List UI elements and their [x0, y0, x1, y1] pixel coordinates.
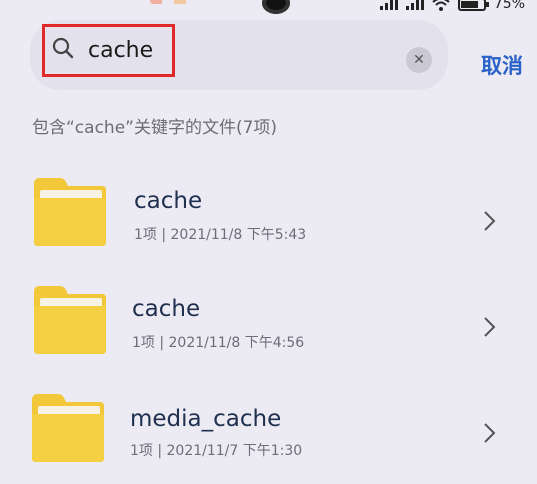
item-meta: 1项 | 2021/11/8 下午4:56	[132, 335, 305, 351]
notification-icons	[150, 0, 210, 4]
chevron-right-icon	[484, 317, 496, 337]
item-name: cache	[134, 188, 203, 214]
chevron-right-icon	[484, 423, 496, 443]
chevron-right-icon	[484, 211, 496, 231]
status-bar: 75%	[0, 0, 537, 14]
list-item[interactable]: cache 1项 | 2021/11/8 下午5:43	[0, 168, 537, 268]
highlight-annotation	[42, 24, 175, 77]
status-icons: 75%	[379, 0, 525, 12]
cancel-button[interactable]: 取消	[481, 50, 523, 80]
folder-icon	[34, 286, 106, 354]
signal-icon-2	[405, 0, 424, 10]
list-item[interactable]: media_cache 1项 | 2021/11/7 下午1:30	[0, 384, 537, 484]
front-camera	[262, 0, 290, 14]
result-summary: 包含“cache”关键字的文件(7项)	[32, 118, 278, 138]
close-icon: ✕	[413, 52, 425, 68]
item-name: media_cache	[130, 406, 282, 432]
folder-icon	[34, 178, 106, 246]
item-meta: 1项 | 2021/11/8 下午5:43	[134, 227, 307, 243]
list-item[interactable]: cache 1项 | 2021/11/8 下午4:56	[0, 276, 537, 376]
battery-percentage: 75%	[493, 0, 525, 12]
folder-icon	[32, 394, 104, 462]
item-name: cache	[132, 296, 201, 322]
item-meta: 1项 | 2021/11/7 下午1:30	[130, 443, 303, 459]
wifi-icon	[432, 0, 450, 11]
signal-icon	[379, 0, 398, 10]
clear-search-button[interactable]: ✕	[406, 47, 432, 73]
battery-icon	[457, 0, 489, 11]
